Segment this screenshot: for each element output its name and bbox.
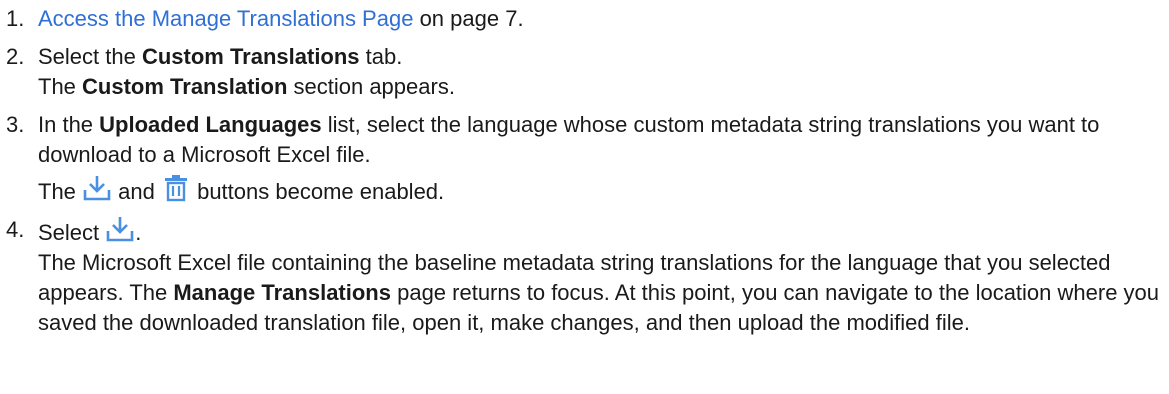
text-run: Select the xyxy=(38,44,142,69)
step-3: 3. In the Uploaded Languages list, selec… xyxy=(6,110,1169,207)
text-run: tab. xyxy=(359,44,403,69)
trash-icon xyxy=(161,174,191,202)
ui-term: Custom Translation xyxy=(82,74,288,99)
ui-term: Custom Translations xyxy=(141,44,360,69)
step-text: In the Uploaded Languages list, select t… xyxy=(38,110,1169,207)
text-run: The xyxy=(38,74,83,99)
ui-term: Manage Translations xyxy=(173,280,391,305)
page-reference: on page 7. xyxy=(413,6,524,31)
step-result: The Microsoft Excel file containing the … xyxy=(38,248,1169,338)
step-4: 4. Select . The Microsoft Excel file con… xyxy=(6,215,1169,338)
text-run: In the xyxy=(38,112,100,137)
step-instruction: In the Uploaded Languages list, select t… xyxy=(38,110,1169,170)
step-instruction: Select . xyxy=(38,215,1169,248)
download-icon xyxy=(105,215,135,243)
download-icon xyxy=(82,174,112,202)
manage-translations-link[interactable]: Access the Manage Translations Page xyxy=(38,6,413,31)
text-run: and xyxy=(112,179,161,204)
step-1: 1. Access the Manage Translations Page o… xyxy=(6,4,1169,34)
step-number: 3. xyxy=(6,112,25,137)
step-result: The Custom Translation section appears. xyxy=(38,72,1169,102)
step-text: Select . The Microsoft Excel file contai… xyxy=(38,215,1169,338)
step-text: Select the Custom Translations tab. The … xyxy=(38,42,1169,102)
ui-term: Uploaded Languages xyxy=(99,112,322,137)
step-result: The and buttons become enabled. xyxy=(38,174,1169,207)
step-text: Access the Manage Translations Page on p… xyxy=(38,4,1169,34)
text-run: The xyxy=(38,179,83,204)
text-run: . xyxy=(135,220,142,245)
text-run: section appears. xyxy=(287,74,455,99)
text-run: buttons become enabled. xyxy=(190,179,445,204)
step-number: 2. xyxy=(6,44,25,69)
text-run: Select xyxy=(38,220,106,245)
step-2: 2. Select the Custom Translations tab. T… xyxy=(6,42,1169,102)
step-number: 4. xyxy=(6,217,25,242)
step-instruction: Select the Custom Translations tab. xyxy=(38,42,1169,72)
step-number: 1. xyxy=(6,6,25,31)
procedure-steps: 1. Access the Manage Translations Page o… xyxy=(0,0,1169,338)
